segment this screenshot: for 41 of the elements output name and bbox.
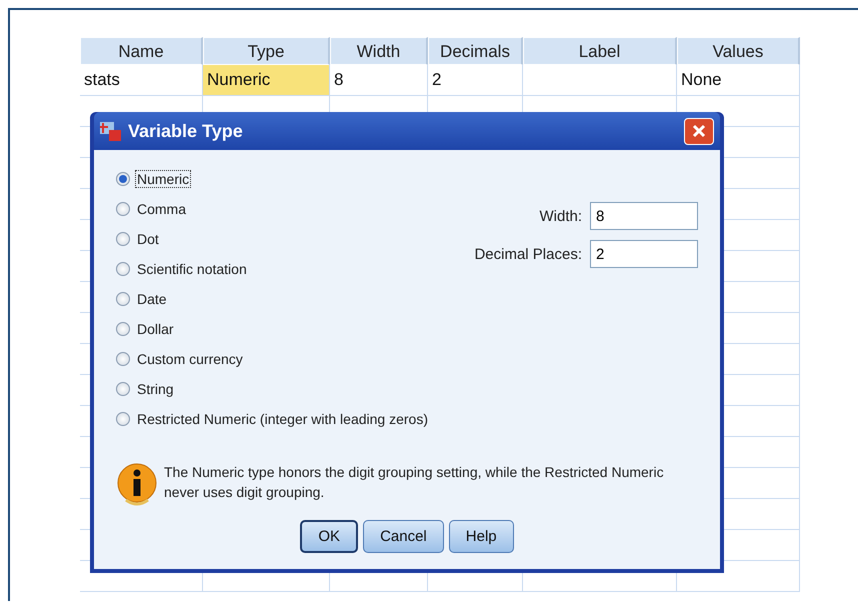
- field-label: Width:: [539, 208, 582, 224]
- info-message: The Numeric type honors the digit grouping setting, while the Restricted Numeric never uses digit grouping.: [164, 463, 664, 502]
- radio-label[interactable]: Dot: [135, 230, 161, 248]
- column-header[interactable]: Decimals: [428, 37, 523, 65]
- radio-label[interactable]: Restricted Numeric (integer with leading zeros): [135, 410, 430, 428]
- radio-button[interactable]: [116, 262, 130, 276]
- table-cell: None: [677, 65, 800, 96]
- radio-button[interactable]: [116, 412, 130, 426]
- radio-label[interactable]: Date: [135, 290, 169, 308]
- radio-button[interactable]: [116, 322, 130, 336]
- column-header[interactable]: Name: [80, 37, 203, 65]
- info-icon: [116, 462, 158, 506]
- column-header[interactable]: Label: [523, 37, 677, 65]
- radio-label[interactable]: Custom currency: [135, 350, 245, 368]
- app-icon: [98, 120, 122, 142]
- radio-button[interactable]: [116, 382, 130, 396]
- radio-button[interactable]: [116, 202, 130, 216]
- column-header[interactable]: Width: [330, 37, 428, 65]
- dialog-button[interactable]: Help: [448, 520, 514, 553]
- dialog-button[interactable]: Cancel: [363, 520, 444, 553]
- column-header[interactable]: Values: [677, 37, 800, 65]
- input-field[interactable]: 2: [590, 240, 698, 268]
- dialog-button[interactable]: OK: [300, 520, 358, 553]
- radio-label[interactable]: String: [135, 380, 176, 398]
- radio-label[interactable]: Numeric: [135, 170, 192, 188]
- radio-button[interactable]: [116, 292, 130, 306]
- input-field[interactable]: 8: [590, 202, 698, 230]
- radio-button[interactable]: [116, 172, 130, 186]
- radio-label[interactable]: Comma: [135, 200, 188, 218]
- table-cell: 2: [428, 65, 523, 96]
- radio-button[interactable]: [116, 352, 130, 366]
- field-label: Decimal Places:: [474, 246, 582, 262]
- table-cell: Numeric: [203, 65, 330, 96]
- table-cell: 8: [330, 65, 428, 96]
- column-header[interactable]: Type: [203, 37, 330, 65]
- close-button[interactable]: [684, 118, 714, 144]
- radio-label[interactable]: Dollar: [135, 320, 176, 338]
- radio-button[interactable]: [116, 232, 130, 246]
- close-icon: [691, 123, 707, 139]
- window-title: Variable Type: [128, 120, 244, 142]
- radio-label[interactable]: Scientific notation: [135, 260, 249, 278]
